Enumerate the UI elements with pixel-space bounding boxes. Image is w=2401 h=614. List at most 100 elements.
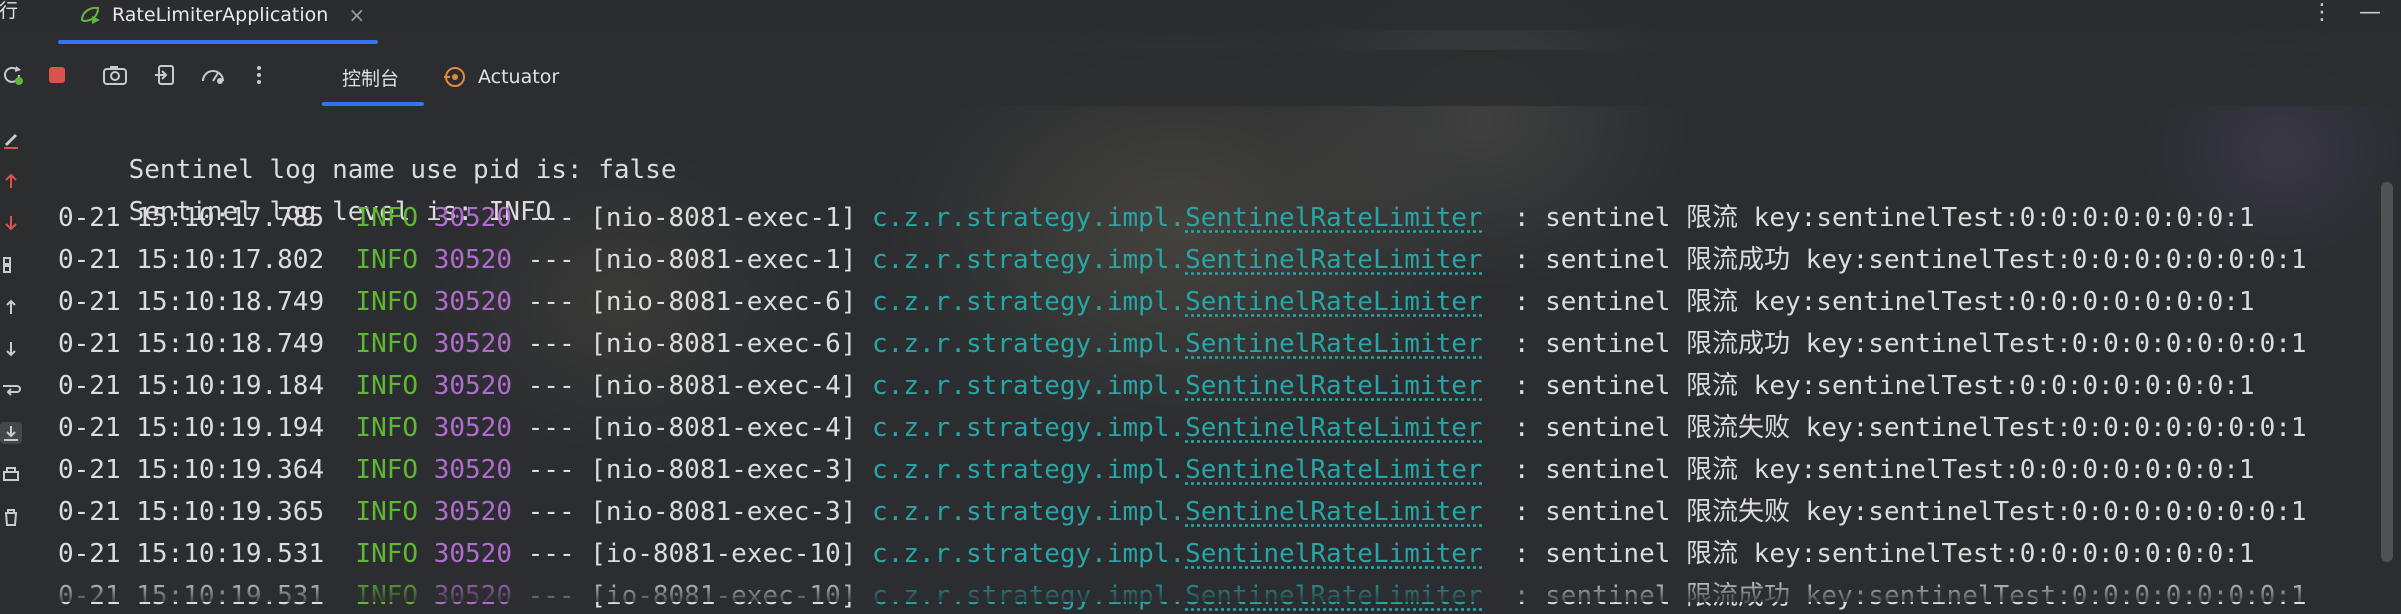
log-thread: [nio-8081-exec-3] bbox=[590, 497, 857, 527]
log-thread: [nio-8081-exec-6] bbox=[590, 329, 857, 359]
console-toolbar: 控制台 Actuator bbox=[0, 50, 2401, 106]
log-thread: [nio-8081-exec-4] bbox=[590, 371, 857, 401]
tab-console[interactable]: 控制台 bbox=[342, 62, 399, 92]
log-thread: [nio-8081-exec-4] bbox=[590, 413, 857, 443]
log-class-link[interactable]: SentinelRateLimiter bbox=[1185, 287, 1482, 317]
console-header-line: Sentinel log level is: INFO bbox=[66, 158, 552, 227]
log-thread: [io-8081-exec-10] bbox=[590, 539, 857, 569]
window-controls: ⋮ — bbox=[2311, 0, 2381, 25]
log-level: INFO bbox=[355, 455, 419, 485]
log-message: : sentinel 限流 key:sentinelTest:0:0:0:0:0… bbox=[1498, 203, 2255, 233]
log-row: 0-21 15:10:19.184 INFO 30520 --- [nio-80… bbox=[58, 368, 2255, 404]
log-level: INFO bbox=[355, 245, 419, 275]
camera-icon[interactable] bbox=[102, 62, 128, 88]
log-row: 0-21 15:10:18.749 INFO 30520 --- [nio-80… bbox=[58, 284, 2255, 320]
log-class-prefix: c.z.r.strategy.impl. bbox=[872, 329, 1186, 359]
log-message: : sentinel 限流 key:sentinelTest:0:0:0:0:0… bbox=[1498, 539, 2255, 569]
trash-icon[interactable] bbox=[0, 506, 22, 528]
tab-rate-limiter-application[interactable]: RateLimiterApplication × bbox=[60, 0, 378, 30]
minimize-icon[interactable]: — bbox=[2359, 0, 2381, 25]
log-class-link[interactable]: SentinelRateLimiter bbox=[1185, 413, 1482, 443]
log-message: : sentinel 限流失败 key:sentinelTest:0:0:0:0… bbox=[1498, 413, 2307, 443]
print-icon[interactable] bbox=[0, 464, 22, 486]
log-level: INFO bbox=[355, 203, 419, 233]
spring-run-icon bbox=[78, 4, 104, 26]
console-output[interactable]: Sentinel log name use pid is: false Sent… bbox=[58, 116, 2363, 611]
grid-icon[interactable] bbox=[0, 254, 22, 276]
log-message: : sentinel 限流 key:sentinelTest:0:0:0:0:0… bbox=[1498, 371, 2255, 401]
console-header-line: Sentinel log name use pid is: false bbox=[66, 116, 677, 185]
log-row: 0-21 15:10:17.785 INFO 30520 --- [nio-80… bbox=[58, 200, 2255, 236]
log-class-prefix: c.z.r.strategy.impl. bbox=[872, 455, 1186, 485]
edit-icon[interactable] bbox=[0, 128, 22, 150]
log-class-link[interactable]: SentinelRateLimiter bbox=[1185, 329, 1482, 359]
log-timestamp: 0-21 15:10:17.802 bbox=[58, 245, 325, 275]
log-pid: 30520 bbox=[433, 539, 512, 569]
stop-icon[interactable] bbox=[44, 62, 70, 88]
run-tab-bar: 运行 RateLimiterApplication × ⋮ — bbox=[0, 0, 2401, 30]
log-class-link[interactable]: SentinelRateLimiter bbox=[1185, 455, 1482, 485]
tab-console-label: 控制台 bbox=[342, 67, 400, 90]
log-message: : sentinel 限流成功 key:sentinelTest:0:0:0:0… bbox=[1498, 329, 2307, 359]
more-vertical-icon[interactable] bbox=[246, 62, 272, 88]
log-row: 0-21 15:10:19.364 INFO 30520 --- [nio-80… bbox=[58, 452, 2255, 488]
rerun-icon[interactable] bbox=[0, 62, 26, 88]
log-class-prefix: c.z.r.strategy.impl. bbox=[872, 539, 1186, 569]
vertical-scrollbar[interactable] bbox=[2381, 182, 2393, 562]
log-level: INFO bbox=[355, 413, 419, 443]
scroll-down-icon[interactable] bbox=[0, 338, 22, 360]
log-class-link[interactable]: SentinelRateLimiter bbox=[1185, 497, 1482, 527]
log-level: INFO bbox=[355, 539, 419, 569]
actuator-icon bbox=[442, 64, 468, 90]
log-message: : sentinel 限流成功 key:sentinelTest:0:0:0:0… bbox=[1498, 245, 2307, 275]
log-pid: 30520 bbox=[433, 371, 512, 401]
scroll-up-icon[interactable] bbox=[0, 296, 22, 318]
log-pid: 30520 bbox=[433, 287, 512, 317]
console-side-toolbar bbox=[0, 108, 30, 602]
log-pid: 30520 bbox=[433, 203, 512, 233]
log-thread: [nio-8081-exec-6] bbox=[590, 287, 857, 317]
arrow-down-icon[interactable] bbox=[0, 212, 22, 234]
log-row: 0-21 15:10:19.194 INFO 30520 --- [nio-80… bbox=[58, 410, 2307, 446]
log-timestamp: 0-21 15:10:19.365 bbox=[58, 497, 325, 527]
log-timestamp: 0-21 15:10:19.364 bbox=[58, 455, 325, 485]
gauge-icon[interactable] bbox=[200, 62, 226, 88]
log-class-prefix: c.z.r.strategy.impl. bbox=[872, 287, 1186, 317]
log-separator: --- bbox=[527, 455, 575, 485]
run-tool-window-title: 运行 bbox=[0, 0, 19, 22]
log-separator: --- bbox=[527, 497, 575, 527]
download-icon[interactable] bbox=[0, 422, 22, 444]
more-options-icon[interactable]: ⋮ bbox=[2311, 0, 2333, 25]
tab-actuator[interactable]: Actuator bbox=[442, 62, 559, 92]
soft-wrap-icon[interactable] bbox=[0, 380, 22, 402]
exit-icon[interactable] bbox=[152, 62, 178, 88]
log-message: : sentinel 限流 key:sentinelTest:0:0:0:0:0… bbox=[1498, 287, 2255, 317]
log-row: 0-21 15:10:19.365 INFO 30520 --- [nio-80… bbox=[58, 494, 2307, 530]
tab-actuator-label: Actuator bbox=[478, 66, 560, 88]
active-tab-indicator bbox=[58, 40, 378, 44]
log-pid: 30520 bbox=[433, 497, 512, 527]
log-separator: --- bbox=[527, 371, 575, 401]
log-class-prefix: c.z.r.strategy.impl. bbox=[872, 245, 1186, 275]
arrow-up-icon[interactable] bbox=[0, 170, 22, 192]
log-class-prefix: c.z.r.strategy.impl. bbox=[872, 413, 1186, 443]
log-message: : sentinel 限流 key:sentinelTest:0:0:0:0:0… bbox=[1498, 455, 2255, 485]
log-separator: --- bbox=[527, 245, 575, 275]
log-level: INFO bbox=[355, 497, 419, 527]
log-message: : sentinel 限流失败 key:sentinelTest:0:0:0:0… bbox=[1498, 497, 2307, 527]
log-timestamp: 0-21 15:10:18.749 bbox=[58, 329, 325, 359]
log-pid: 30520 bbox=[433, 245, 512, 275]
close-tab-icon[interactable]: × bbox=[348, 3, 365, 27]
log-pid: 30520 bbox=[433, 329, 512, 359]
log-class-prefix: c.z.r.strategy.impl. bbox=[872, 203, 1186, 233]
log-class-link[interactable]: SentinelRateLimiter bbox=[1185, 539, 1482, 569]
log-class-prefix: c.z.r.strategy.impl. bbox=[872, 497, 1186, 527]
log-class-link[interactable]: SentinelRateLimiter bbox=[1185, 371, 1482, 401]
active-subtab-indicator bbox=[322, 102, 424, 106]
log-class-link[interactable]: SentinelRateLimiter bbox=[1185, 203, 1482, 233]
log-timestamp: 0-21 15:10:19.531 bbox=[58, 539, 325, 569]
log-separator: --- bbox=[527, 539, 575, 569]
log-separator: --- bbox=[527, 203, 575, 233]
log-pid: 30520 bbox=[433, 455, 512, 485]
log-class-link[interactable]: SentinelRateLimiter bbox=[1185, 245, 1482, 275]
